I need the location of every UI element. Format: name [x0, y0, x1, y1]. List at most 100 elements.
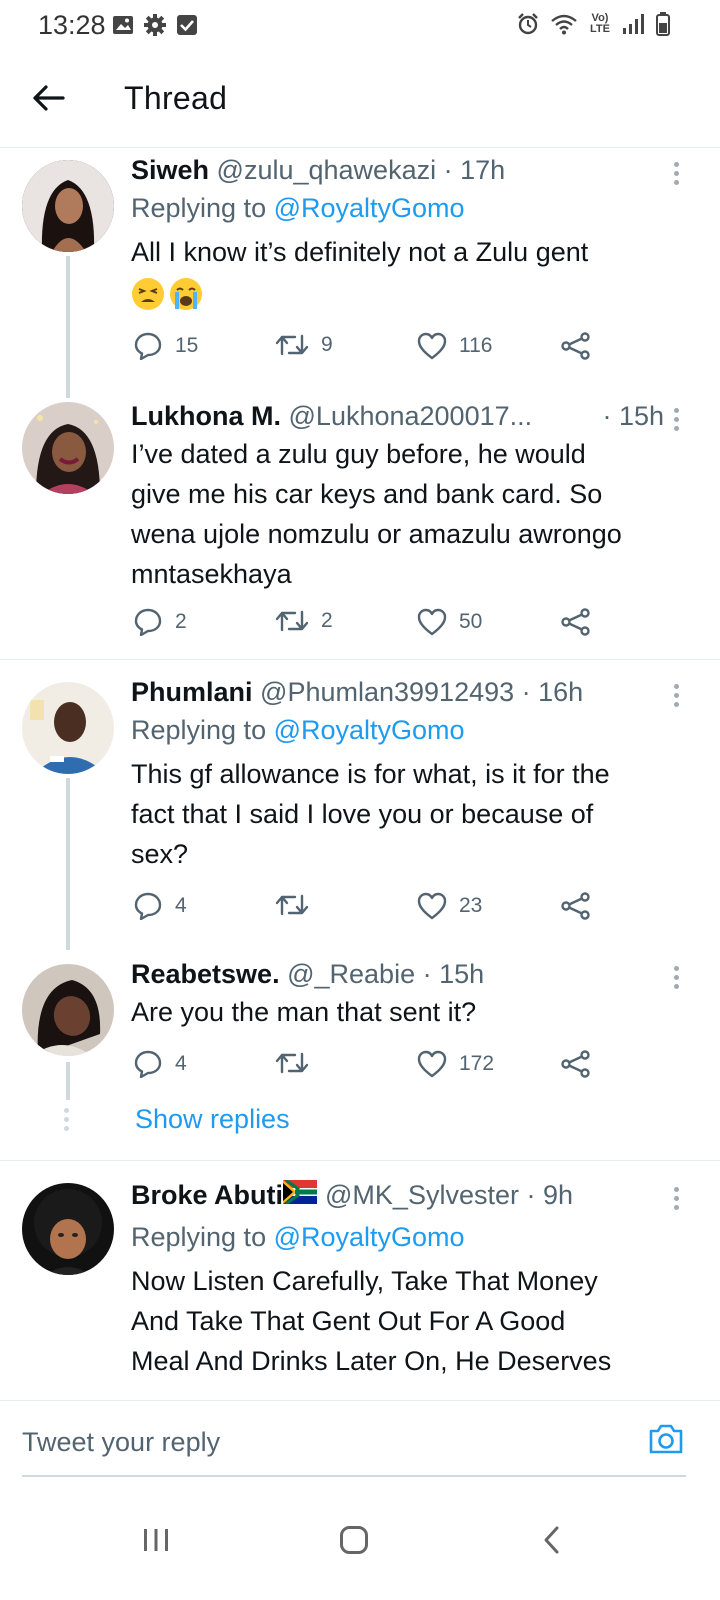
avatar[interactable] — [22, 402, 114, 494]
page-title: Thread — [124, 80, 228, 116]
reply-composer: Tweet your reply — [0, 1400, 720, 1478]
back-button[interactable] — [26, 76, 70, 120]
mention-link[interactable]: @RoyaltyGomo — [274, 715, 465, 745]
home-button[interactable] — [324, 1510, 384, 1570]
reply-input[interactable]: Tweet your reply — [22, 1427, 220, 1458]
gear-icon — [144, 14, 166, 36]
more-options-icon[interactable] — [674, 1187, 680, 1214]
like-action[interactable]: 116 — [417, 332, 492, 360]
retweet-action[interactable]: 2 — [275, 608, 333, 634]
tweet[interactable]: Phumlani @Phumlan39912493 · 16h Replying… — [0, 660, 720, 950]
reply-icon — [134, 332, 162, 360]
share-action[interactable] — [561, 1050, 591, 1078]
thread-line — [66, 256, 70, 398]
reply-count: 15 — [175, 334, 199, 357]
heart-icon — [417, 332, 447, 360]
like-count: 116 — [459, 334, 493, 357]
battery-icon — [656, 12, 670, 36]
like-action[interactable]: 50 — [417, 608, 482, 636]
checkbox-icon — [176, 14, 198, 36]
more-options-icon[interactable] — [674, 966, 680, 993]
retweet-icon — [275, 1052, 309, 1074]
system-nav-bar — [0, 1478, 720, 1600]
thread-line — [66, 778, 70, 950]
author-name[interactable]: Phumlani — [131, 677, 253, 707]
more-options-icon[interactable] — [674, 408, 680, 435]
replying-to: Replying to @RoyaltyGomo — [131, 715, 465, 745]
reply-action[interactable]: 4 — [133, 1050, 187, 1078]
more-options-icon[interactable] — [674, 684, 680, 711]
alarm-icon — [516, 12, 540, 36]
reply-count: 2 — [175, 610, 187, 633]
camera-button[interactable] — [648, 1423, 684, 1460]
system-back-button[interactable] — [522, 1510, 582, 1570]
recent-apps-button[interactable] — [126, 1510, 186, 1570]
avatar[interactable] — [22, 160, 114, 252]
home-icon — [340, 1526, 368, 1554]
reply-action[interactable]: 2 — [133, 608, 187, 636]
more-options-icon[interactable] — [674, 162, 680, 189]
share-action[interactable] — [561, 892, 591, 920]
author-handle[interactable]: @_Reabie · 15h — [287, 959, 484, 989]
input-underline — [22, 1475, 686, 1477]
retweet-action[interactable]: 9 — [275, 332, 333, 358]
reply-icon — [134, 608, 162, 636]
tweet-text: Are you the man that sent it? — [131, 997, 477, 1027]
author-handle[interactable]: @Phumlan39912493 · 16h — [260, 677, 583, 707]
recent-apps-icon — [144, 1529, 168, 1551]
reply-action[interactable]: 15 — [133, 332, 198, 360]
avatar[interactable] — [22, 964, 114, 1056]
status-time: 13:28 — [38, 10, 106, 40]
mention-link[interactable]: @RoyaltyGomo — [274, 1222, 465, 1252]
retweet-count: 2 — [321, 609, 333, 632]
signal-icon — [622, 13, 646, 35]
reply-icon — [134, 1050, 162, 1078]
retweet-action[interactable] — [275, 1050, 321, 1076]
author-handle[interactable]: @Lukhona200017... — [289, 401, 533, 431]
tweet[interactable]: Broke Abuti @MK_Sylvester · 9h Replying t… — [0, 1161, 720, 1400]
camera-icon — [649, 1424, 683, 1454]
author-name[interactable]: Siweh — [131, 155, 209, 185]
retweet-action[interactable] — [275, 892, 321, 918]
wifi-icon — [550, 13, 578, 35]
retweet-count: 9 — [321, 333, 333, 356]
like-action[interactable]: 23 — [417, 892, 482, 920]
retweet-icon — [275, 894, 309, 916]
reply-count: 4 — [175, 1052, 187, 1075]
share-icon — [561, 892, 590, 920]
avatar[interactable] — [22, 682, 114, 774]
author-name[interactable]: Lukhona M. — [131, 401, 281, 431]
author-handle[interactable]: @MK_Sylvester · 9h — [325, 1180, 573, 1210]
share-icon — [561, 332, 590, 360]
reply-action[interactable]: 4 — [133, 892, 187, 920]
tweet-time: · 15h — [602, 401, 664, 431]
south-africa-flag-emoji — [283, 1177, 318, 1213]
volte-icon: Vo) LTE — [590, 12, 610, 35]
like-count: 172 — [459, 1052, 495, 1075]
tweet[interactable]: Lukhona M. @Lukhona200017... · 15h I’ve d… — [0, 398, 720, 660]
tired-face-emoji — [131, 277, 165, 311]
author-name[interactable]: Broke Abuti — [131, 1180, 283, 1210]
share-icon — [561, 608, 590, 636]
avatar[interactable] — [22, 1183, 114, 1275]
share-action[interactable] — [561, 608, 591, 636]
author-handle[interactable]: @zulu_qhawekazi · 17h — [217, 155, 506, 185]
back-icon — [544, 1526, 559, 1554]
status-bar: 13:28 Vo) LTE — [0, 0, 720, 54]
share-action[interactable] — [561, 332, 591, 360]
retweet-icon — [275, 610, 309, 632]
mention-link[interactable]: @RoyaltyGomo — [274, 193, 465, 223]
replying-to: Replying to @RoyaltyGomo — [131, 1222, 465, 1252]
tweet-text: All I know it’s definitely not a Zulu ge… — [131, 237, 589, 267]
reply-icon — [134, 892, 162, 920]
tweet-text: I’ve dated a zulu guy before, he would g… — [131, 439, 622, 589]
tweet[interactable]: Reabetswe. @_Reabie · 15h Are you the ma… — [0, 950, 720, 1160]
tweet[interactable]: Siweh @zulu_qhawekazi · 17h Replying to … — [0, 148, 720, 398]
author-name[interactable]: Reabetswe. — [131, 959, 280, 989]
reply-count: 4 — [175, 894, 187, 917]
thread-line — [66, 1062, 70, 1100]
like-action[interactable]: 172 — [417, 1050, 494, 1078]
tweet-text: This gf allowance is for what, is it for… — [131, 759, 610, 869]
show-replies-link[interactable]: Show replies — [135, 1104, 290, 1135]
tweet-text: Now Listen Carefully, Take That Money An… — [131, 1266, 612, 1376]
